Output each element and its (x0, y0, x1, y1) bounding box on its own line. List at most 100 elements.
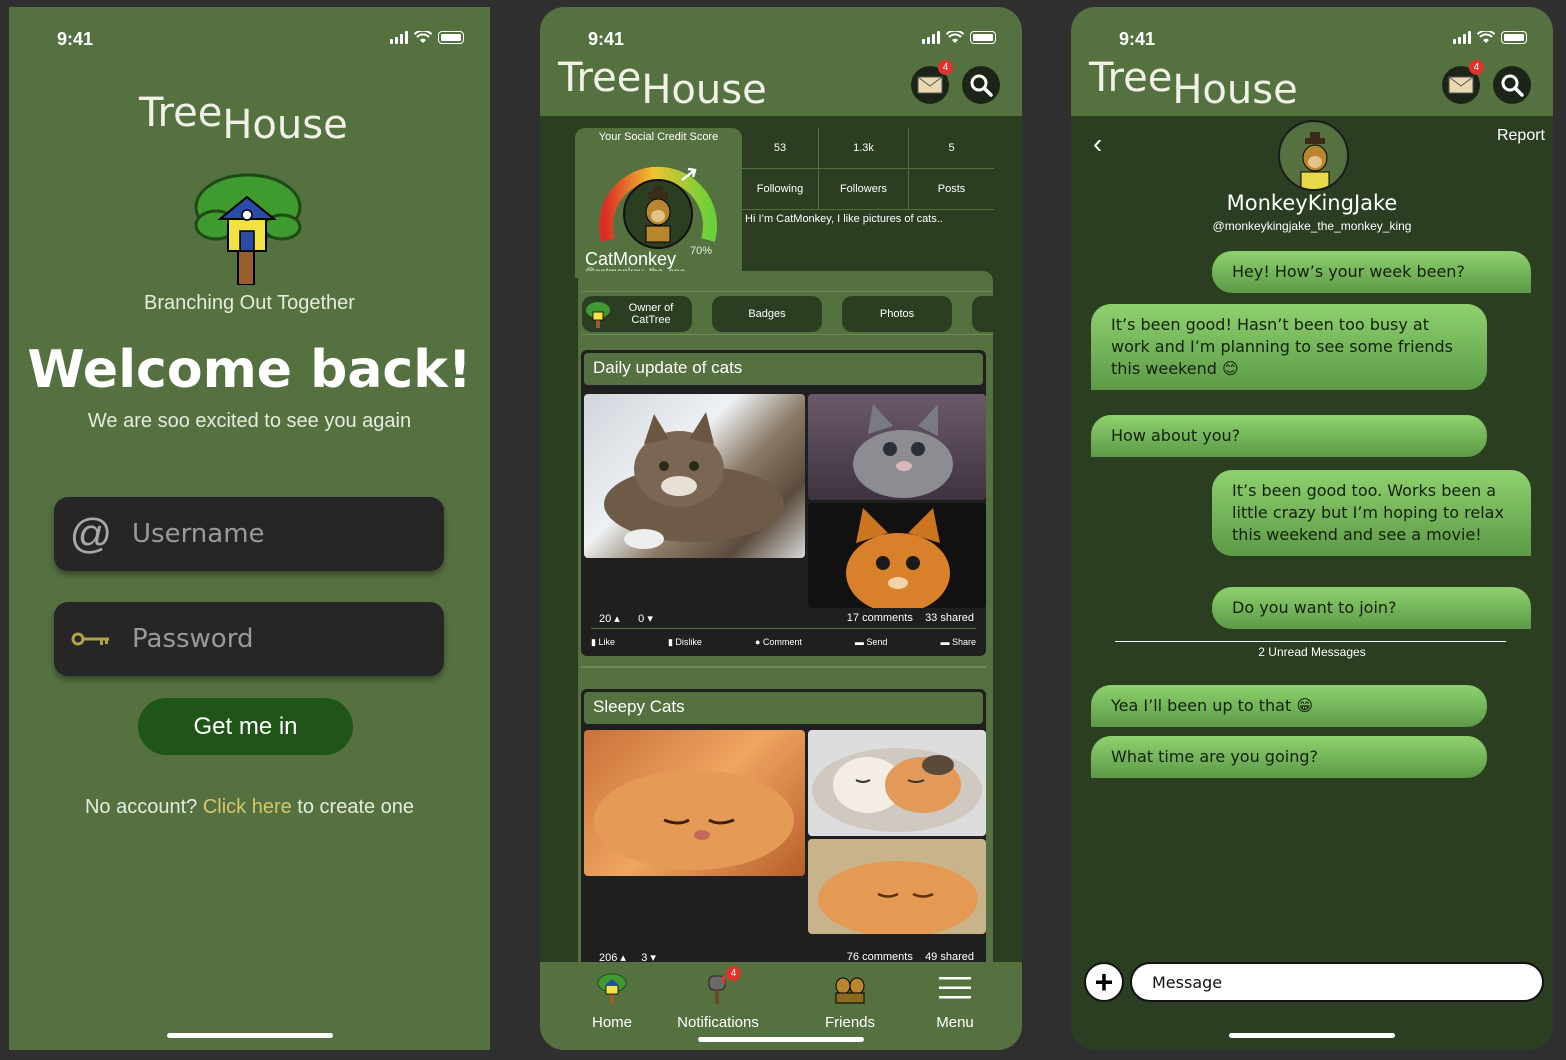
profile-chips: Owner of CatTree Badges Photos (582, 291, 993, 335)
social-credit-card: Your Social Credit Score CatMonkey @catm… (575, 128, 742, 278)
app-logo: TreeHouse (558, 55, 767, 113)
tagline: Branching Out Together (144, 292, 355, 314)
unread-label: 2 Unread Messages (1258, 645, 1366, 659)
status-time: 9:41 (57, 29, 94, 49)
password-field-container (54, 602, 444, 676)
wifi-icon (414, 31, 432, 43)
username-field-container: @ (54, 497, 444, 571)
monkey-avatar-icon (1300, 132, 1330, 189)
app-logo: TreeHouse (1089, 55, 1298, 113)
at-sign-icon: @ (69, 510, 113, 557)
treehouse-icon (586, 302, 610, 328)
post-title: Sleepy Cats (584, 692, 983, 724)
signal-icon (1453, 31, 1471, 44)
home-indicator (1229, 1033, 1395, 1038)
tab-menu[interactable]: Menu (900, 970, 1010, 1031)
post-card: Daily update of cats 20 ▴ 0 ▾ 17 comment… (581, 350, 986, 656)
following-count[interactable]: 53 (742, 128, 818, 169)
send-button[interactable]: ▬ Send (855, 637, 888, 648)
comment-count: 17 comments (846, 612, 913, 624)
post-divider (581, 666, 986, 668)
followers-count[interactable]: 1.3k (818, 128, 908, 169)
chip-badges[interactable]: Badges (712, 296, 822, 332)
cat-photo[interactable] (808, 394, 986, 500)
chip-more[interactable] (972, 296, 993, 332)
search-button[interactable] (962, 66, 1000, 104)
home-indicator (698, 1037, 864, 1042)
chip-owner-of-cattree[interactable]: Owner of CatTree (582, 296, 692, 332)
followers-label[interactable]: Followers (818, 169, 908, 210)
login-screen: 9:41 TreeHouse Branching Out Together We… (9, 7, 490, 1050)
tab-home[interactable]: Home (557, 970, 667, 1031)
social-credit-percent: 70% (690, 245, 713, 257)
chat-screen: 9:41 TreeHouse 4 ‹ Report MonkeyKingJake… (1071, 7, 1553, 1050)
cat-photo[interactable] (584, 730, 805, 876)
message-bubble-received: What time are you going? (1091, 736, 1487, 778)
kitten-image-icon (853, 404, 953, 498)
password-input[interactable] (132, 602, 432, 676)
sleeping-kittens-image-icon (812, 748, 982, 832)
signup-prompt: No account? Click here to create one (84, 796, 415, 818)
cat-photo[interactable] (584, 394, 805, 558)
share-count: 33 shared (925, 612, 974, 624)
mail-button[interactable]: 4 (911, 60, 953, 104)
contact-name: MonkeyKingJake (1226, 191, 1398, 215)
wifi-icon (946, 31, 964, 43)
cat-photo[interactable] (808, 503, 986, 608)
posts-count[interactable]: 5 (908, 128, 994, 169)
home-indicator (166, 1033, 333, 1038)
ginger-kitten-image-icon (846, 508, 950, 608)
mail-badge: 4 (1469, 60, 1484, 75)
add-attachment-button[interactable]: + (1084, 962, 1124, 1002)
chip-photos[interactable]: Photos (842, 296, 952, 332)
profile-bio: Hi I’m CatMonkey, I like pictures of cat… (745, 213, 943, 225)
profile-feed: Owner of CatTree Badges Photos Daily upd… (578, 271, 993, 971)
comment-button[interactable]: ● Comment (755, 637, 802, 648)
message-bubble-sent: It’s been good too. Works been a little … (1212, 470, 1531, 556)
message-input[interactable] (1130, 962, 1544, 1002)
tab-friends[interactable]: Friends (795, 970, 905, 1031)
treehouse-logo-icon (194, 173, 302, 285)
message-bubble-sent: Do you want to join? (1212, 587, 1531, 629)
signal-icon (922, 31, 940, 44)
plus-icon: + (1094, 964, 1114, 1000)
mail-icon (1448, 76, 1474, 94)
cat-photo[interactable] (808, 730, 986, 836)
like-button[interactable]: ▮ Like (591, 637, 615, 648)
sleeping-cat-image-icon (594, 770, 794, 870)
report-button[interactable]: Report (1497, 127, 1545, 145)
tab-notifications[interactable]: 4 Notifications (663, 966, 773, 1031)
wifi-icon (1477, 31, 1495, 43)
social-credit-gauge (599, 166, 717, 249)
dislike-count: 0 (638, 613, 645, 625)
welcome-heading: Welcome back! (27, 340, 472, 400)
battery-icon (970, 31, 996, 44)
app-header: 9:41 TreeHouse 4 (540, 7, 1022, 116)
username-input[interactable] (132, 497, 432, 571)
contact-avatar[interactable] (1278, 120, 1349, 191)
search-icon (1501, 74, 1524, 97)
posts-label[interactable]: Posts (908, 169, 994, 210)
battery-icon (438, 31, 464, 44)
message-bubble-received: Yea I’ll been up to that 😁 (1091, 685, 1487, 727)
like-count: 20 (599, 613, 612, 625)
login-button[interactable]: Get me in (138, 698, 353, 755)
search-icon (970, 74, 993, 97)
post-title: Daily update of cats (584, 353, 983, 385)
profile-stats: 53 1.3k 5 Following Followers Posts (742, 128, 994, 210)
battery-icon (1501, 31, 1527, 44)
profile-screen: 9:41 TreeHouse 4 Your Social Credit Scor… (540, 7, 1022, 1050)
message-bubble-sent: Hey! How’s your week been? (1212, 251, 1531, 293)
post-reactions: 20 ▴ 0 ▾ (599, 613, 653, 625)
signup-link[interactable]: Click here (203, 796, 292, 818)
back-chevron-icon[interactable]: ‹ (1093, 128, 1102, 160)
search-button[interactable] (1493, 66, 1531, 104)
cat-photo[interactable] (808, 839, 986, 934)
app-header: 9:41 TreeHouse 4 (1071, 7, 1553, 116)
menu-icon (939, 977, 971, 999)
dislike-button[interactable]: ▮ Dislike (668, 637, 702, 648)
share-button[interactable]: ▬ Share (940, 637, 976, 648)
mail-button[interactable]: 4 (1442, 60, 1484, 104)
following-label[interactable]: Following (742, 169, 818, 210)
message-bubble-received: How about you? (1091, 415, 1487, 457)
